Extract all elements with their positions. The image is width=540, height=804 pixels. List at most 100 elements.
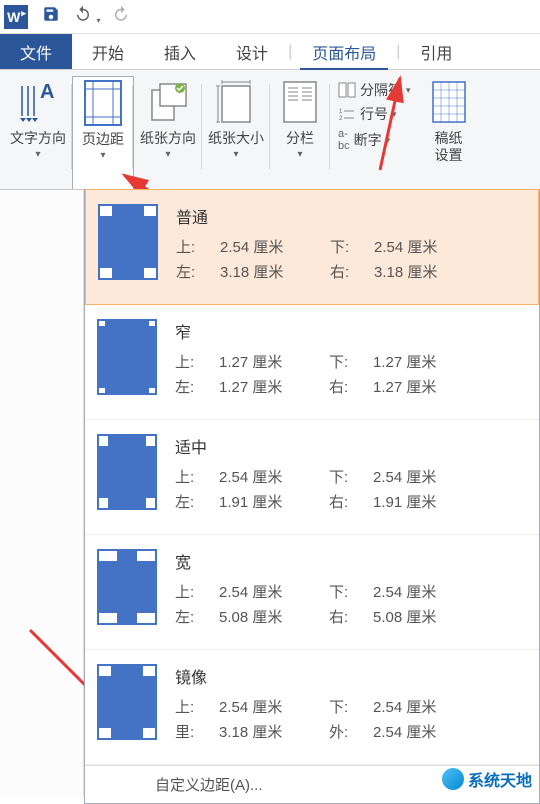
watermark-text: 系统天地 [468, 767, 532, 791]
chevron-down-icon: ▾ [165, 149, 170, 160]
undo-icon[interactable]: ▾ [74, 5, 100, 28]
margin-left-label: 左: [175, 376, 219, 397]
document-area-left [0, 190, 84, 797]
margins-button[interactable]: 页边距 ▾ [72, 76, 134, 189]
margin-bottom-value: 2.54 厘米 [373, 466, 473, 487]
margin-top-value: 2.54 厘米 [219, 696, 329, 717]
margin-left-label: 左: [175, 606, 219, 627]
margin-bottom-value: 2.54 厘米 [373, 696, 473, 717]
margin-bottom-value: 2.54 厘米 [373, 581, 473, 602]
margin-option-normal[interactable]: 普通 上: 2.54 厘米 下: 2.54 厘米 左: 3.18 厘米 右: 3… [85, 189, 539, 305]
manuscript-button[interactable]: 稿纸 设置 [419, 76, 479, 189]
margin-left-value: 1.27 厘米 [219, 376, 329, 397]
orientation-button[interactable]: 纸张方向 ▾ [134, 76, 202, 189]
margin-option-mirror[interactable]: 镜像 上: 2.54 厘米 下: 2.54 厘米 里: 3.18 厘米 外: 2… [85, 650, 539, 765]
margin-bottom-label: 下: [329, 466, 373, 487]
chevron-down-icon: ▾ [297, 149, 302, 160]
chevron-down-icon: ▾ [233, 149, 238, 160]
columns-button[interactable]: 分栏 ▾ [270, 76, 330, 189]
margin-top-value: 2.54 厘米 [219, 466, 329, 487]
margin-preview-icon [97, 434, 157, 510]
breaks-label: 分隔符 [360, 80, 402, 100]
margin-bottom-label: 下: [330, 236, 374, 257]
hyphenation-button[interactable]: a-bc 断字 ▾ [338, 128, 411, 152]
ribbon-tabs: 文件 开始 插入 设计 | 页面布局 | 引用 [0, 34, 540, 70]
margin-right-label: 右: [330, 261, 374, 282]
orientation-icon [144, 76, 192, 128]
margin-preview-icon [97, 664, 157, 740]
app-letter: W [7, 9, 20, 25]
page-setup-group: 分隔符 ▾ 12 行号 ▾ a-bc 断字 ▾ [330, 76, 419, 189]
svg-text:A: A [40, 81, 54, 103]
tab-home[interactable]: 开始 [72, 34, 144, 69]
title-bar: W ▸ ▾ [0, 0, 540, 34]
margin-bottom-value: 2.54 厘米 [374, 236, 474, 257]
manuscript-icon [425, 76, 473, 128]
margin-right-label: 右: [329, 376, 373, 397]
save-icon[interactable] [42, 5, 60, 28]
orientation-label: 纸张方向 [140, 130, 196, 147]
line-numbers-button[interactable]: 12 行号 ▾ [338, 104, 411, 124]
margins-icon [79, 77, 127, 129]
margin-preview-icon [97, 549, 157, 625]
margins-label: 页边距 [82, 131, 124, 148]
margin-right-value: 5.08 厘米 [373, 606, 473, 627]
margin-option-title: 普通 [176, 204, 526, 228]
margin-bottom-label: 下: [329, 351, 373, 372]
margin-right-value: 1.91 厘米 [373, 491, 473, 512]
text-direction-icon: A [14, 76, 62, 128]
redo-icon[interactable] [112, 5, 130, 28]
tab-page-layout[interactable]: 页面布局 [292, 34, 396, 69]
margin-right-value: 3.18 厘米 [374, 261, 474, 282]
margin-option-wide[interactable]: 宽 上: 2.54 厘米 下: 2.54 厘米 左: 5.08 厘米 右: 5.… [85, 535, 539, 650]
margin-right-label: 右: [329, 491, 373, 512]
text-direction-button[interactable]: A 文字方向 ▾ [4, 76, 72, 189]
tab-file[interactable]: 文件 [0, 34, 72, 69]
watermark-icon [442, 768, 464, 790]
margin-option-moderate[interactable]: 适中 上: 2.54 厘米 下: 2.54 厘米 左: 1.91 厘米 右: 1… [85, 420, 539, 535]
margin-preview-icon [97, 319, 157, 395]
tab-insert[interactable]: 插入 [144, 34, 216, 69]
margin-option-title: 适中 [175, 434, 527, 458]
margin-top-value: 1.27 厘米 [219, 351, 329, 372]
margins-dropdown: 普通 上: 2.54 厘米 下: 2.54 厘米 左: 3.18 厘米 右: 3… [84, 189, 540, 804]
text-direction-label: 文字方向 [10, 130, 66, 147]
chevron-down-icon: ▾ [100, 150, 105, 161]
line-numbers-label: 行号 [360, 104, 388, 124]
columns-label: 分栏 [286, 130, 314, 147]
margin-left-label: 里: [175, 721, 219, 742]
watermark: 系统天地 [442, 767, 532, 791]
tab-references[interactable]: 引用 [400, 34, 472, 69]
margin-top-value: 2.54 厘米 [219, 581, 329, 602]
margin-top-label: 上: [175, 696, 219, 717]
margin-left-label: 左: [175, 491, 219, 512]
margin-left-label: 左: [176, 261, 220, 282]
margin-top-label: 上: [175, 466, 219, 487]
margin-right-value: 1.27 厘米 [373, 376, 473, 397]
manuscript-label: 稿纸 设置 [435, 130, 463, 164]
margin-option-narrow[interactable]: 窄 上: 1.27 厘米 下: 1.27 厘米 左: 1.27 厘米 右: 1.… [85, 305, 539, 420]
margin-option-title: 窄 [175, 319, 527, 343]
margin-left-value: 3.18 厘米 [219, 721, 329, 742]
margin-right-value: 2.54 厘米 [373, 721, 473, 742]
word-app-icon: W ▸ [4, 5, 28, 29]
margin-top-value: 2.54 厘米 [220, 236, 330, 257]
breaks-button[interactable]: 分隔符 ▾ [338, 80, 411, 100]
margin-top-label: 上: [175, 581, 219, 602]
margin-bottom-value: 1.27 厘米 [373, 351, 473, 372]
paper-size-button[interactable]: 纸张大小 ▾ [202, 76, 270, 189]
margin-top-label: 上: [175, 351, 219, 372]
margin-option-title: 镜像 [175, 664, 527, 688]
margin-right-label: 外: [329, 721, 373, 742]
margin-preview-icon [98, 204, 158, 280]
margin-left-value: 3.18 厘米 [220, 261, 330, 282]
columns-icon [276, 76, 324, 128]
margin-bottom-label: 下: [329, 581, 373, 602]
chevron-down-icon: ▾ [35, 149, 40, 160]
margin-bottom-label: 下: [329, 696, 373, 717]
hyphenation-label: 断字 [354, 130, 382, 150]
margin-left-value: 1.91 厘米 [219, 491, 329, 512]
margin-right-label: 右: [329, 606, 373, 627]
tab-design[interactable]: 设计 [216, 34, 288, 69]
svg-text:2: 2 [339, 116, 343, 122]
